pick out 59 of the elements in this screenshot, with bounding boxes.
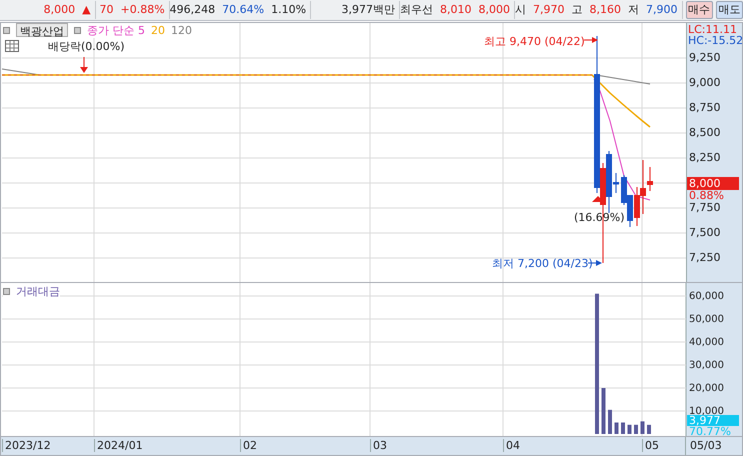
legend-label: 종가 단순 5 <box>87 22 145 38</box>
volume-axis-label: 50,000 <box>689 314 724 326</box>
price-axis-label: 8,750 <box>689 100 720 114</box>
date-axis-label: 2023/12 <box>2 439 51 452</box>
stock-name-button[interactable]: 백광산업 <box>16 23 68 38</box>
turnover-rate: 1.10% <box>271 3 306 16</box>
price-change: 70 <box>100 3 114 16</box>
high-price-label: 최고 9,470 (04/22) <box>484 34 585 49</box>
date-axis-label: 03 <box>370 439 387 452</box>
sell-button[interactable]: 매도 <box>716 0 743 19</box>
date-axis-label: 2024/01 <box>94 439 143 452</box>
current-volume-badge: 3,977 <box>687 415 739 426</box>
up-arrow-icon: ▲ <box>82 3 91 16</box>
grid-icon <box>5 40 19 52</box>
volume: 496,248 <box>170 3 216 16</box>
date-axis-label: 05/03 <box>690 439 722 452</box>
low-label: 저 <box>628 2 639 18</box>
legend-marker-icon <box>3 288 10 296</box>
trade-value: 3,977백만 <box>342 2 395 18</box>
down-arrow-icon <box>80 56 88 73</box>
low-price: 7,900 <box>646 3 678 16</box>
volume-axis-label: 30,000 <box>689 360 724 372</box>
buy-button[interactable]: 매수 <box>686 0 713 19</box>
open-price: 7,970 <box>533 3 564 16</box>
open-label: 시 <box>515 2 526 18</box>
best-bid: 8,000 <box>478 3 510 16</box>
low-price-label: 최저 7,200 (04/23) <box>492 256 593 271</box>
price-axis-label: 7,750 <box>689 200 720 214</box>
best-quote-label: 최우선 <box>400 2 433 18</box>
high-label: 고 <box>572 2 582 18</box>
price-axis-label: 9,000 <box>689 76 720 89</box>
date-axis-label: 02 <box>240 439 257 452</box>
price-axis-label: 8,250 <box>689 150 720 164</box>
legend-label: 120 <box>171 24 192 37</box>
volume-rate-label: 70.77% <box>689 426 731 436</box>
date-axis-label: 04 <box>503 439 520 452</box>
price-axis-label: 7,500 <box>689 226 720 239</box>
current-rate-label: 0.88% <box>689 188 724 202</box>
price-axis-label: 9,250 <box>689 50 720 64</box>
best-ask: 8,010 <box>440 3 472 16</box>
legend-marker-icon <box>3 26 10 34</box>
panel-title: 거래대금 <box>16 284 60 300</box>
price-axis-label: 8,500 <box>689 126 720 139</box>
volume-ratio: 70.64% <box>222 3 264 16</box>
lc-value: LC:11.11 <box>688 22 738 36</box>
current-price: 8,000 <box>44 3 76 16</box>
ex-dividend-label: 배당락(0.00%) <box>48 38 125 54</box>
change-rate: +0.88% <box>120 3 165 16</box>
date-axis-label: 05 <box>642 439 659 452</box>
volume-axis-label: 20,000 <box>689 383 724 394</box>
legend-marker-icon <box>74 26 81 34</box>
current-price-badge: 8,000 <box>687 176 739 190</box>
high-price: 8,160 <box>590 3 621 16</box>
volume-axis-label: 40,000 <box>689 337 724 348</box>
right-arrow-icon <box>584 36 598 43</box>
volume-axis-label: 60,000 <box>689 291 724 302</box>
legend-label: 20 <box>151 24 165 37</box>
hc-value: HC:-15.52 <box>688 34 743 47</box>
price-axis-label: 7,250 <box>689 250 720 264</box>
